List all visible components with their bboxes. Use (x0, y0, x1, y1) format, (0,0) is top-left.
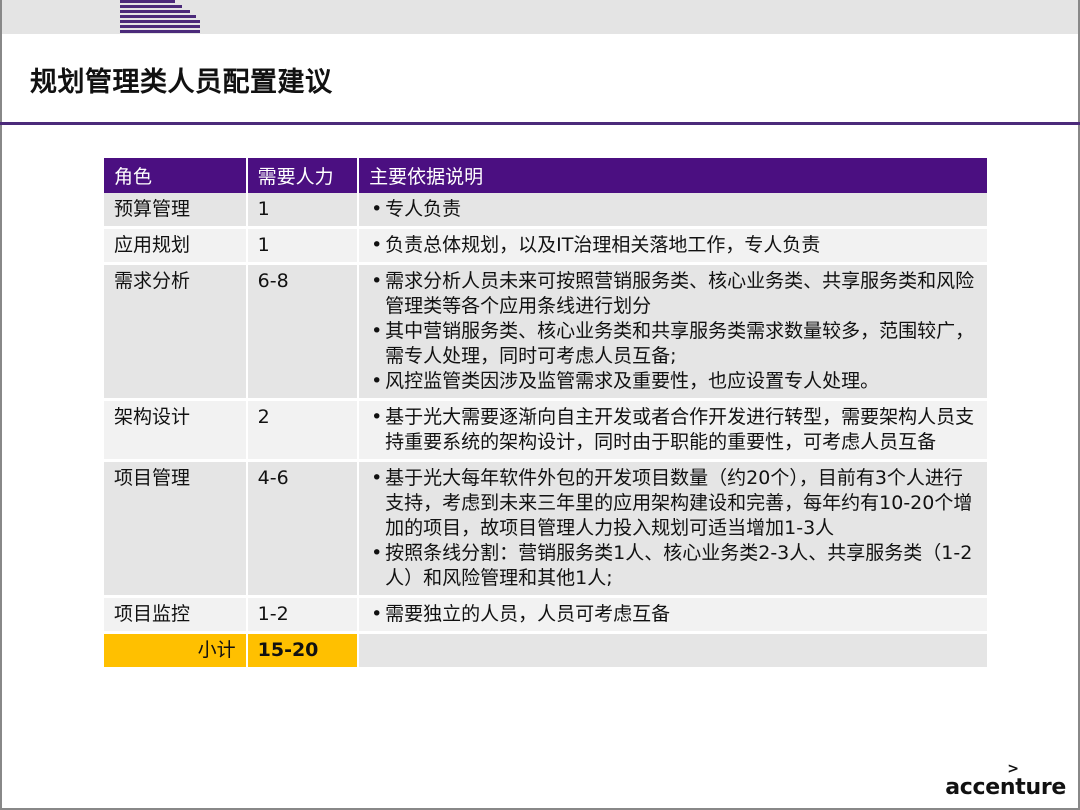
role-cell: 项目管理 (104, 462, 248, 598)
total-row: 小计 15-20 (104, 634, 987, 670)
notes-cell: 基于光大需要逐渐向自主开发或者合作开发进行转型，需要架构人员支持重要系统的架构设… (359, 401, 987, 462)
role-cell: 需求分析 (104, 265, 248, 401)
role-cell: 预算管理 (104, 193, 248, 229)
accenture-logo: > accenture (945, 761, 1066, 800)
table-row: 项目管理 4-6 基于光大每年软件外包的开发项目数量（约20个），目前有3个人进… (104, 462, 987, 598)
staffing-table: 角色 需要人力 主要依据说明 预算管理 1 专人负责 应用规划 1 负责总体规划… (104, 158, 987, 670)
header-count: 需要人力 (247, 158, 360, 193)
notes-cell: 专人负责 (359, 193, 987, 229)
note-item: 按照条线分割：营销服务类1人、核心业务类2-3人、共享服务类（1-2人）和风险管… (369, 541, 977, 591)
notes-cell: 需要独立的人员，人员可考虑互备 (359, 598, 987, 634)
table-row: 预算管理 1 专人负责 (104, 193, 987, 229)
logo-stripes-icon (120, 0, 200, 33)
count-cell: 4-6 (247, 462, 360, 598)
table-header-row: 角色 需要人力 主要依据说明 (104, 158, 987, 193)
count-cell: 1-2 (247, 598, 360, 634)
note-item: 专人负责 (369, 197, 977, 222)
role-cell: 项目监控 (104, 598, 248, 634)
note-item: 负责总体规划，以及IT治理相关落地工作，专人负责 (369, 233, 977, 258)
table-row: 架构设计 2 基于光大需要逐渐向自主开发或者合作开发进行转型，需要架构人员支持重… (104, 401, 987, 462)
accenture-mark-icon: > (1007, 761, 1019, 777)
table-row: 应用规划 1 负责总体规划，以及IT治理相关落地工作，专人负责 (104, 229, 987, 265)
count-cell: 1 (247, 193, 360, 229)
total-value: 15-20 (247, 634, 360, 670)
table-row: 项目监控 1-2 需要独立的人员，人员可考虑互备 (104, 598, 987, 634)
count-cell: 2 (247, 401, 360, 462)
note-item: 其中营销服务类、核心业务类和共享服务类需求数量较多，范围较广，需专人处理，同时可… (369, 319, 977, 369)
note-item: 基于光大需要逐渐向自主开发或者合作开发进行转型，需要架构人员支持重要系统的架构设… (369, 405, 977, 455)
count-cell: 1 (247, 229, 360, 265)
table-row: 需求分析 6-8 需求分析人员未来可按照营销服务类、核心业务类、共享服务类和风险… (104, 265, 987, 401)
total-empty-cell (359, 634, 987, 670)
total-label: 小计 (104, 634, 248, 670)
header-notes: 主要依据说明 (359, 158, 987, 193)
role-cell: 架构设计 (104, 401, 248, 462)
note-item: 需要独立的人员，人员可考虑互备 (369, 602, 977, 627)
notes-cell: 需求分析人员未来可按照营销服务类、核心业务类、共享服务类和风险管理类等各个应用条… (359, 265, 987, 401)
count-cell: 6-8 (247, 265, 360, 401)
slide: 规划管理类人员配置建议 角色 需要人力 主要依据说明 预算管理 1 专人负责 应… (0, 0, 1080, 810)
header-role: 角色 (104, 158, 248, 193)
title-divider (0, 122, 1080, 125)
page-title: 规划管理类人员配置建议 (30, 67, 333, 98)
notes-cell: 负责总体规划，以及IT治理相关落地工作，专人负责 (359, 229, 987, 265)
notes-cell: 基于光大每年软件外包的开发项目数量（约20个），目前有3个人进行支持，考虑到未来… (359, 462, 987, 598)
note-item: 基于光大每年软件外包的开发项目数量（约20个），目前有3个人进行支持，考虑到未来… (369, 466, 977, 541)
note-item: 需求分析人员未来可按照营销服务类、核心业务类、共享服务类和风险管理类等各个应用条… (369, 269, 977, 319)
role-cell: 应用规划 (104, 229, 248, 265)
note-item: 风控监管类因涉及监管需求及重要性，也应设置专人处理。 (369, 369, 977, 394)
brand-name: accenture (945, 775, 1066, 800)
